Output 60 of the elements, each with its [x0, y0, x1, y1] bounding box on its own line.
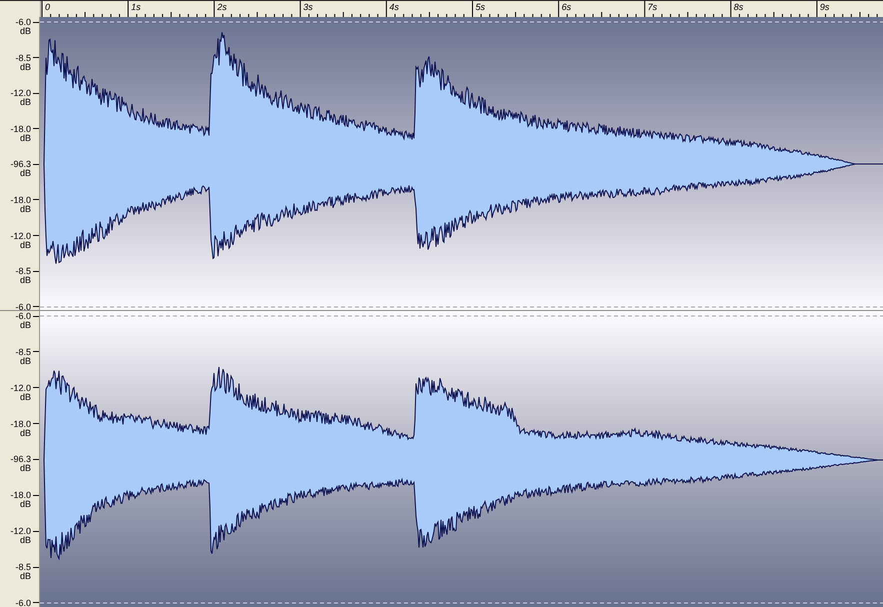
scale-tick [33, 458, 39, 460]
time-label: 8s [734, 2, 744, 12]
scale-tick [33, 530, 39, 532]
scale-unit: dB [20, 97, 31, 108]
time-label: 5s [475, 2, 485, 12]
scale-unit: dB [20, 535, 31, 546]
scale-tick [33, 423, 39, 424]
scale-value: -6.0 [15, 302, 31, 311]
scale-unit: dB [20, 356, 31, 367]
scale-value: -6.0 [15, 598, 31, 607]
scale-unit: dB [20, 240, 31, 251]
scale-tick [33, 351, 39, 352]
scale-unit: dB [20, 571, 31, 582]
scale-tick [33, 270, 39, 272]
scale-unit: dB [20, 26, 31, 37]
scale-unit: dB [20, 428, 31, 439]
scale-value: -12.0 [10, 527, 31, 536]
scale-value: -8.5 [15, 267, 31, 276]
scale-value: -8.5 [15, 54, 31, 62]
scale-value: -12.0 [10, 384, 31, 392]
scale-value: -96.3 [10, 455, 31, 464]
scale-unit: dB [20, 463, 31, 474]
scale-tick [33, 235, 39, 236]
scale-tick [33, 199, 39, 200]
scale-unit: dB [20, 320, 31, 331]
scale-value: -96.3 [10, 160, 31, 168]
scale-unit: dB [20, 392, 31, 403]
time-label: 0 [45, 2, 50, 12]
scale-tick [33, 57, 39, 58]
scale-unit: dB [20, 275, 31, 286]
time-label: 7s [648, 2, 658, 12]
scale-value: -6.0 [15, 312, 31, 320]
scale-value: -12.0 [10, 232, 31, 240]
scale-tick [33, 494, 39, 496]
scale-value: -18.0 [10, 491, 31, 500]
scale-tick [33, 566, 39, 568]
scale-unit: dB [20, 499, 31, 510]
scale-value: -18.0 [10, 124, 31, 133]
time-label: 2s [217, 2, 227, 12]
time-label: 1s [131, 2, 141, 12]
scale-tick [33, 602, 39, 604]
scale-unit: dB [20, 168, 31, 180]
scale-value: -18.0 [10, 196, 31, 204]
scale-tick [33, 164, 39, 165]
scale-value: -6.0 [15, 18, 31, 26]
time-label: 9s [820, 2, 830, 12]
scale-tick [33, 306, 39, 308]
scale-value: -8.5 [15, 348, 31, 356]
time-label: 3s [303, 2, 313, 12]
scale-tick [33, 92, 39, 94]
scale-value: -12.0 [10, 89, 31, 98]
time-label: 4s [389, 2, 399, 12]
scale-tick [33, 387, 39, 388]
scale-unit: dB [20, 62, 31, 73]
scale-tick [33, 128, 39, 130]
time-label: 6s [562, 2, 572, 12]
scale-value: -18.0 [10, 420, 31, 428]
scale-unit: dB [20, 204, 31, 215]
scale-value: -8.5 [15, 563, 31, 572]
scale-unit: dB [20, 132, 31, 144]
